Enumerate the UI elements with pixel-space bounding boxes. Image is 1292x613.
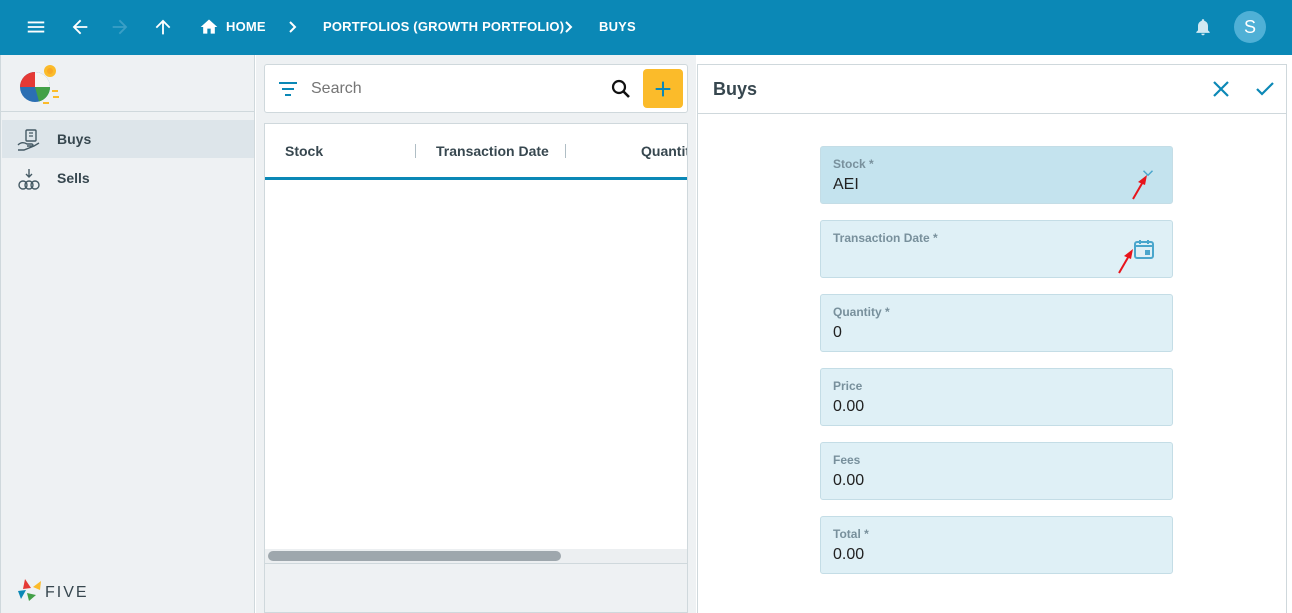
column-header-transaction-date[interactable]: Transaction Date: [436, 143, 549, 159]
field-value: 0: [833, 324, 842, 341]
search-input[interactable]: [309, 77, 599, 101]
sell-icon: [18, 169, 40, 190]
column-header-quantity[interactable]: Quantit: [641, 143, 687, 159]
grid-header: Stock Transaction Date Quantit: [265, 124, 687, 180]
breadcrumb-buys: BUYS: [599, 19, 636, 34]
field-value: 0.00: [833, 546, 865, 563]
plus-icon: [655, 81, 671, 96]
forward-arrow-icon[interactable]: [106, 13, 134, 41]
column-header-stock[interactable]: Stock: [285, 143, 323, 159]
search-icon[interactable]: [609, 77, 633, 101]
annotation-arrow-icon: [1132, 175, 1147, 200]
five-logo: FIVE: [18, 579, 89, 601]
sidebar: Buys Sells FIVE: [0, 55, 255, 613]
search-bar: [264, 64, 688, 113]
list-panel: Stock Transaction Date Quantit: [256, 55, 696, 613]
menu-icon[interactable]: [22, 13, 50, 41]
save-button[interactable]: [1253, 77, 1277, 101]
field-value: AEI: [833, 176, 859, 193]
fees-field[interactable]: Fees 0.00: [820, 442, 1173, 500]
annotation-arrow-icon: [1118, 249, 1133, 274]
sidebar-item-label: Buys: [57, 131, 92, 147]
stock-select[interactable]: Stock * AEI: [820, 146, 1173, 204]
bell-icon[interactable]: [1189, 13, 1217, 41]
top-app-bar: HOME PORTFOLIOS (GROWTH PORTFOLIO) BUYS …: [0, 0, 1292, 55]
form-panel: Buys Stock * AEI Transaction Date * Quan…: [697, 64, 1287, 613]
chevron-right-icon: [565, 21, 573, 33]
quantity-field[interactable]: Quantity * 0: [820, 294, 1173, 352]
column-divider: [415, 144, 416, 158]
total-field[interactable]: Total * 0.00: [820, 516, 1173, 574]
field-value: 0.00: [833, 472, 865, 489]
close-button[interactable]: [1209, 77, 1233, 101]
field-label: Fees: [833, 453, 861, 467]
field-value: 0.00: [833, 398, 865, 415]
data-grid: Stock Transaction Date Quantit: [264, 123, 688, 613]
five-logo-text: FIVE: [45, 584, 89, 601]
add-button[interactable]: [643, 69, 683, 108]
check-icon: [1256, 82, 1274, 96]
field-label: Price: [833, 379, 863, 393]
sidebar-item-sells[interactable]: Sells: [2, 159, 254, 197]
grid-footer: [265, 563, 687, 612]
up-arrow-icon[interactable]: [149, 13, 177, 41]
form-header-divider: [698, 113, 1286, 114]
breadcrumb-home[interactable]: HOME: [226, 19, 266, 34]
buy-icon: [17, 129, 40, 151]
field-label: Stock *: [833, 157, 874, 171]
filter-icon[interactable]: [277, 79, 299, 99]
breadcrumb-portfolios[interactable]: PORTFOLIOS (GROWTH PORTFOLIO): [323, 19, 564, 34]
sidebar-divider: [1, 111, 255, 112]
close-icon: [1213, 81, 1229, 97]
back-arrow-icon[interactable]: [66, 13, 94, 41]
field-label: Total *: [833, 527, 869, 541]
field-label: Transaction Date *: [833, 231, 938, 245]
horizontal-scrollbar[interactable]: [265, 549, 687, 563]
scrollbar-thumb[interactable]: [268, 551, 561, 561]
home-icon[interactable]: [196, 13, 222, 41]
chevron-right-icon: [289, 21, 297, 33]
price-field[interactable]: Price 0.00: [820, 368, 1173, 426]
sidebar-item-buys[interactable]: Buys: [2, 120, 254, 158]
sidebar-item-label: Sells: [57, 170, 90, 186]
avatar[interactable]: S: [1234, 11, 1266, 43]
form-title: Buys: [713, 79, 758, 99]
app-logo-icon: [20, 65, 59, 104]
column-divider: [565, 144, 566, 158]
field-label: Quantity *: [833, 305, 890, 319]
